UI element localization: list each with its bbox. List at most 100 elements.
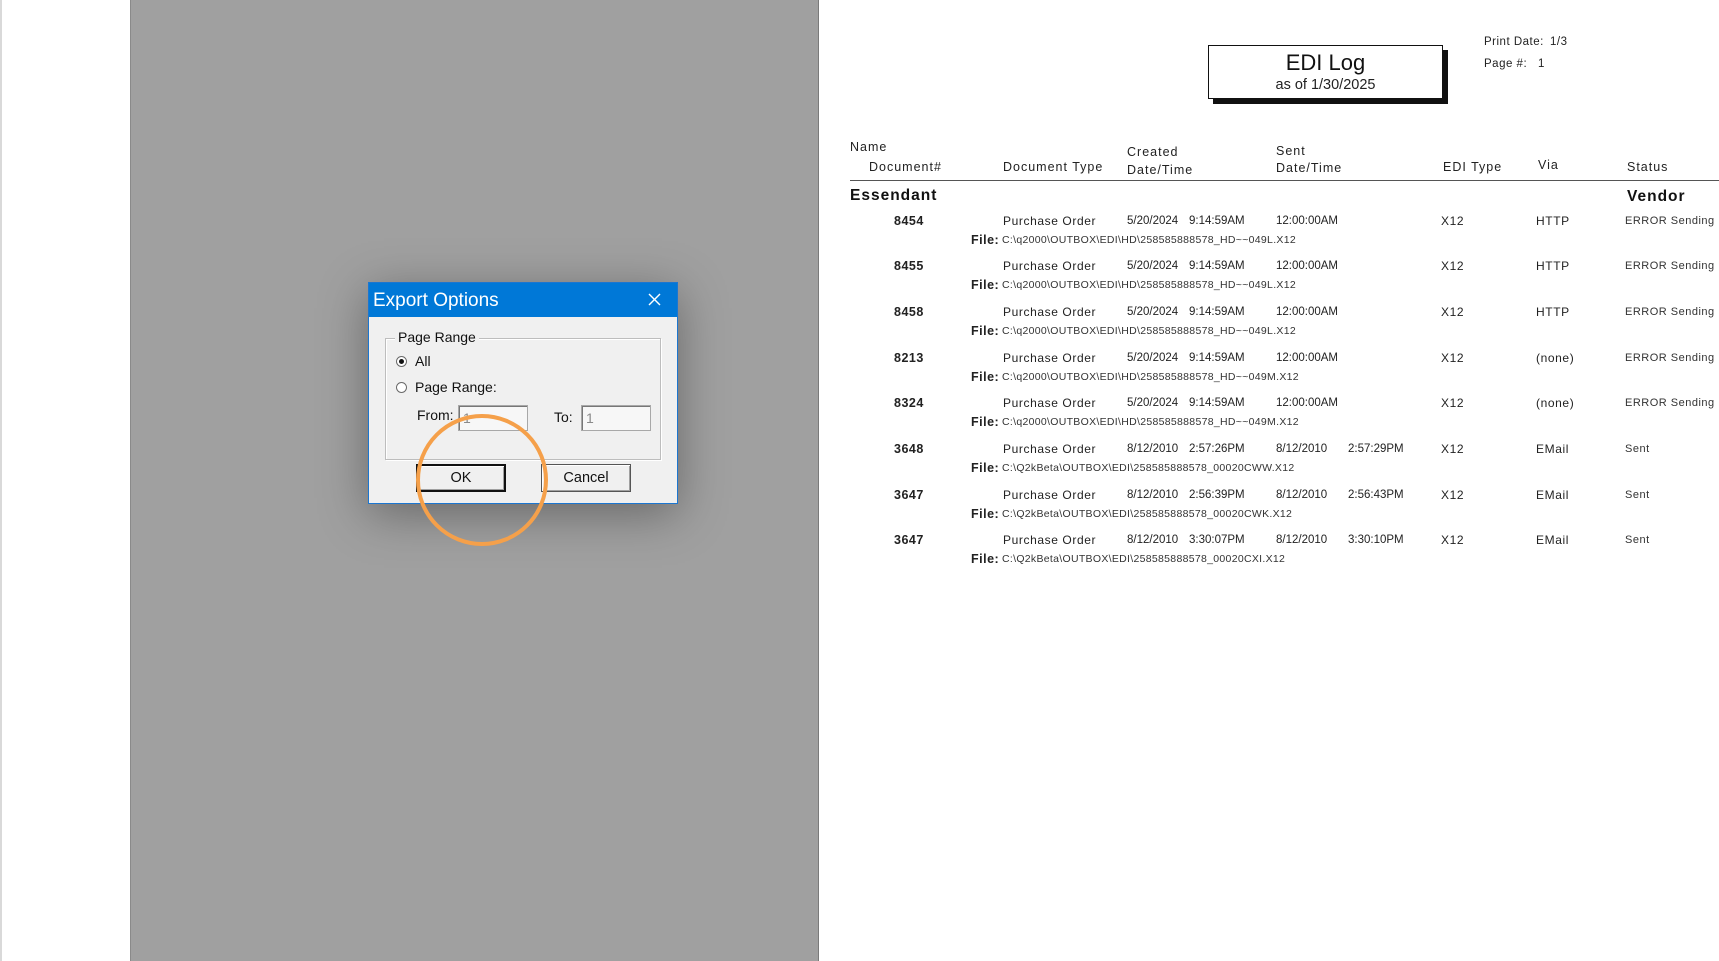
print-date-value: 1/3	[1550, 36, 1568, 48]
column-header-document-type: Document Type	[1003, 160, 1104, 174]
cancel-button[interactable]: Cancel	[541, 464, 631, 492]
sent-time: 12:00:00AM	[1276, 397, 1339, 409]
via: (none)	[1536, 351, 1575, 365]
file-label: File:	[971, 233, 1000, 247]
column-header-via: Via	[1538, 158, 1559, 172]
created-time: 2:56:39PM	[1189, 489, 1245, 501]
column-header-sent-datetime: Date/Time	[1276, 161, 1343, 175]
group-name: Essendant	[850, 187, 938, 204]
created-time: 9:14:59AM	[1189, 306, 1245, 318]
document-type: Purchase Order	[1003, 351, 1097, 365]
sent-time: 12:00:00AM	[1276, 215, 1339, 227]
file-path: C:\q2000\OUTBOX\EDI\HD\258585888578_HD~~…	[1002, 234, 1296, 246]
document-type: Purchase Order	[1003, 259, 1097, 273]
created-date: 5/20/2024	[1127, 397, 1179, 409]
to-input[interactable]	[581, 405, 651, 431]
document-number: 3647	[894, 533, 924, 547]
via: EMail	[1536, 533, 1570, 547]
file-path: C:\q2000\OUTBOX\EDI\HD\258585888578_HD~~…	[1002, 279, 1296, 291]
created-time: 3:30:07PM	[1189, 534, 1245, 546]
document-number: 8455	[894, 259, 924, 273]
sent-time: 2:56:43PM	[1348, 489, 1404, 501]
via: HTTP	[1536, 214, 1570, 228]
print-date-label: Print Date:	[1484, 36, 1544, 48]
left-margin-panel	[0, 0, 130, 961]
report-title: EDI Log	[1285, 50, 1366, 75]
from-input[interactable]	[458, 405, 528, 431]
document-type: Purchase Order	[1003, 214, 1097, 228]
export-options-dialog: Export Options Page Range All Page Range…	[368, 282, 678, 504]
file-label: File:	[971, 324, 1000, 338]
edi-type: X12	[1441, 396, 1465, 410]
status: ERROR Sending	[1625, 352, 1715, 364]
status: ERROR Sending	[1625, 397, 1715, 409]
via: HTTP	[1536, 305, 1570, 319]
edi-type: X12	[1441, 214, 1465, 228]
sent-time: 12:00:00AM	[1276, 306, 1339, 318]
edi-type: X12	[1441, 305, 1465, 319]
file-label: File:	[971, 370, 1000, 384]
document-type: Purchase Order	[1003, 488, 1097, 502]
column-header-document: Document#	[869, 160, 942, 174]
status: Sent	[1625, 489, 1650, 501]
column-header-sent: Sent	[1276, 144, 1306, 158]
document-number: 3647	[894, 488, 924, 502]
to-label: To:	[554, 409, 573, 425]
created-date: 5/20/2024	[1127, 352, 1179, 364]
file-label: File:	[971, 461, 1000, 475]
via: (none)	[1536, 396, 1575, 410]
file-label: File:	[971, 507, 1000, 521]
created-time: 9:14:59AM	[1189, 352, 1245, 364]
sent-date: 8/12/2010	[1276, 443, 1328, 455]
sent-time: 12:00:00AM	[1276, 260, 1339, 272]
sent-time: 12:00:00AM	[1276, 352, 1339, 364]
status: Sent	[1625, 443, 1650, 455]
column-header-status: Status	[1627, 160, 1669, 174]
document-type: Purchase Order	[1003, 442, 1097, 456]
sent-time: 2:57:29PM	[1348, 443, 1404, 455]
file-path: C:\q2000\OUTBOX\EDI\HD\258585888578_HD~~…	[1002, 325, 1296, 337]
document-number: 3648	[894, 442, 924, 456]
file-path: C:\Q2kBeta\OUTBOX\EDI\258585888578_00020…	[1002, 553, 1286, 565]
created-time: 9:14:59AM	[1189, 260, 1245, 272]
created-date: 5/20/2024	[1127, 215, 1179, 227]
document-type: Purchase Order	[1003, 533, 1097, 547]
created-time: 9:14:59AM	[1189, 215, 1245, 227]
close-icon[interactable]	[643, 290, 665, 310]
file-label: File:	[971, 552, 1000, 566]
edi-type: X12	[1441, 259, 1465, 273]
ok-button[interactable]: OK	[416, 464, 506, 492]
created-date: 5/20/2024	[1127, 306, 1179, 318]
via: EMail	[1536, 488, 1570, 502]
column-header-created-datetime: Date/Time	[1127, 163, 1194, 177]
edi-type: X12	[1441, 442, 1465, 456]
created-time: 2:57:26PM	[1189, 443, 1245, 455]
radio-page-range-label[interactable]: Page Range:	[415, 379, 497, 395]
page-range-group-label: Page Range	[395, 329, 479, 345]
group-type: Vendor	[1627, 188, 1686, 205]
status: ERROR Sending	[1625, 260, 1715, 272]
created-date: 5/20/2024	[1127, 260, 1179, 272]
sent-time: 3:30:10PM	[1348, 534, 1404, 546]
dialog-titlebar[interactable]: Export Options	[369, 283, 677, 317]
file-path: C:\q2000\OUTBOX\EDI\HD\258585888578_HD~~…	[1002, 416, 1299, 428]
file-path: C:\q2000\OUTBOX\EDI\HD\258585888578_HD~~…	[1002, 371, 1299, 383]
from-label: From:	[417, 407, 454, 423]
document-number: 8213	[894, 351, 924, 365]
page-number-label: Page #:	[1484, 58, 1528, 70]
edi-type: X12	[1441, 351, 1465, 365]
radio-selected-dot	[399, 359, 404, 364]
report-title-box: EDI Log as of 1/30/2025	[1208, 45, 1443, 99]
document-number: 8458	[894, 305, 924, 319]
report-page: EDI Log as of 1/30/2025 Print Date: 1/3 …	[819, 0, 1719, 961]
radio-all[interactable]	[396, 356, 407, 367]
radio-all-label[interactable]: All	[415, 353, 431, 369]
file-path: C:\Q2kBeta\OUTBOX\EDI\258585888578_00020…	[1002, 462, 1295, 474]
created-date: 8/12/2010	[1127, 534, 1179, 546]
close-icon-glyph	[648, 293, 661, 306]
edi-type: X12	[1441, 488, 1465, 502]
header-divider	[850, 180, 1719, 181]
radio-page-range[interactable]	[396, 382, 407, 393]
column-header-edi-type: EDI Type	[1443, 160, 1503, 174]
sent-date: 8/12/2010	[1276, 534, 1328, 546]
